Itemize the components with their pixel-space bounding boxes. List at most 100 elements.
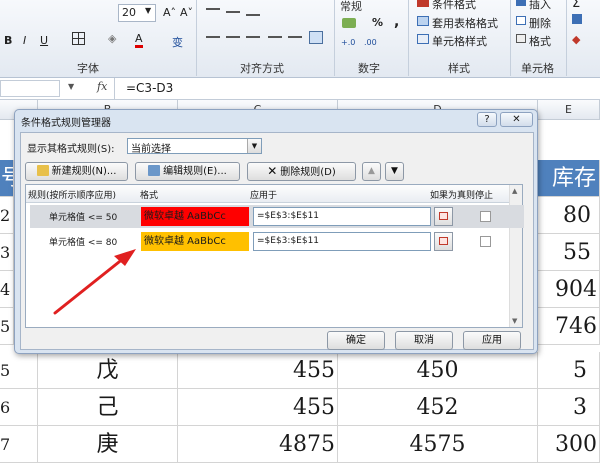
cell-e[interactable]: 3: [538, 389, 600, 426]
formula-bar: ▼ fx =C3-D3: [0, 78, 600, 100]
cell-c[interactable]: 455: [178, 352, 338, 389]
arrow-down-icon: ▼: [391, 166, 398, 176]
align-bottom-icon[interactable]: [246, 14, 260, 16]
cell-e[interactable]: 904: [538, 271, 600, 308]
font-size-dropdown-icon[interactable]: ▼: [145, 6, 151, 15]
shrink-font-button[interactable]: A˅: [180, 6, 193, 19]
conditional-format-icon: [417, 0, 429, 7]
move-down-button[interactable]: ▼: [385, 162, 404, 181]
edit-rule-button[interactable]: 编辑规则(E)...: [135, 162, 240, 181]
table-format-icon: [417, 16, 429, 26]
row-number[interactable]: 6: [0, 389, 38, 426]
merge-center-icon[interactable]: [309, 31, 323, 44]
row-number[interactable]: 7: [0, 426, 38, 463]
align-middle-icon[interactable]: [226, 11, 240, 13]
header-cell-e[interactable]: 库存: [538, 160, 600, 197]
rule-condition: 单元格值 <= 50: [49, 213, 118, 223]
cell-d[interactable]: 452: [338, 389, 538, 426]
comma-button[interactable]: ,: [394, 14, 399, 30]
header-cell-b[interactable]: 号: [0, 160, 14, 197]
format-as-table-button[interactable]: 套用表格格式: [432, 15, 498, 31]
range-picker-button[interactable]: [434, 232, 453, 251]
row-number[interactable]: 5: [0, 308, 14, 345]
rule-applies-input[interactable]: =$E$3:$E$11: [253, 207, 431, 226]
scroll-up-icon[interactable]: ▲: [512, 187, 517, 195]
underline-button[interactable]: U: [40, 34, 48, 47]
rule-row[interactable]: 单元格值 <= 50 微软卓越 AaBbCc =$E$3:$E$11: [30, 205, 524, 228]
row-number[interactable]: 3: [0, 234, 14, 271]
cell-b[interactable]: 庚: [38, 426, 178, 463]
group-label-font: 字体: [77, 62, 99, 75]
cell-c[interactable]: 455: [178, 389, 338, 426]
name-box-dropdown-icon[interactable]: ▼: [68, 82, 74, 91]
rule-applies-input[interactable]: =$E$3:$E$11: [253, 232, 431, 251]
row-number[interactable]: 2: [0, 197, 14, 234]
increase-indent-icon[interactable]: [288, 36, 302, 38]
stop-if-true-checkbox[interactable]: [480, 211, 491, 222]
font-color-button[interactable]: A: [135, 33, 143, 48]
cell-e[interactable]: 5: [538, 352, 600, 389]
rule-row[interactable]: 单元格值 <= 80 微软卓越 AaBbCc =$E$3:$E$11: [30, 230, 524, 253]
cell-b[interactable]: 己: [38, 389, 178, 426]
decrease-decimal-icon[interactable]: .00: [364, 38, 377, 47]
formula-input[interactable]: =C3-D3: [126, 81, 173, 95]
font-size-value: 20: [122, 6, 136, 19]
align-top-icon[interactable]: [206, 8, 220, 10]
edit-rule-icon: [148, 165, 161, 176]
ribbon: 20 ▼ A˄ A˅ B I U ◈ A 变 常规 % , +.0 .00 条件…: [0, 0, 600, 78]
range-picker-button[interactable]: [434, 207, 453, 226]
fx-button[interactable]: fx: [97, 80, 107, 93]
delete-x-icon: ✕: [267, 164, 278, 178]
rule-condition: 单元格值 <= 80: [49, 238, 118, 248]
new-rule-icon: [36, 165, 49, 176]
percent-button[interactable]: %: [372, 16, 383, 29]
ok-button[interactable]: 确定: [327, 331, 385, 350]
show-rules-select[interactable]: 当前选择 ▼: [127, 138, 262, 155]
row-number[interactable]: 5: [0, 352, 38, 389]
cell-e[interactable]: 746: [538, 308, 600, 345]
move-up-button[interactable]: ▲: [362, 162, 381, 181]
rule-format-preview: 微软卓越 AaBbCc: [141, 232, 249, 251]
clear-icon[interactable]: ◆: [572, 33, 580, 46]
decrease-indent-icon[interactable]: [268, 36, 282, 38]
align-right-icon[interactable]: [246, 36, 260, 38]
row-number[interactable]: 4: [0, 271, 14, 308]
help-button[interactable]: ?: [477, 112, 497, 127]
phonetic-button[interactable]: 变: [172, 34, 183, 50]
format-button[interactable]: 格式: [529, 33, 551, 49]
delete-button[interactable]: 删除: [529, 15, 551, 31]
align-center-icon[interactable]: [226, 36, 240, 38]
cell-c[interactable]: 4875: [178, 426, 338, 463]
italic-button[interactable]: I: [23, 34, 26, 47]
increase-decimal-icon[interactable]: +.0: [341, 38, 355, 47]
conditional-format-button[interactable]: 条件格式: [432, 0, 476, 12]
cell-e[interactable]: 80: [538, 197, 600, 234]
cell-e[interactable]: 300: [538, 426, 600, 463]
delete-rule-button[interactable]: ✕ 删除规则(D): [247, 162, 356, 181]
cell-d[interactable]: 450: [338, 352, 538, 389]
cancel-button[interactable]: 取消: [395, 331, 453, 350]
autosum-button[interactable]: Σ: [572, 0, 580, 11]
scroll-down-icon[interactable]: ▼: [512, 317, 517, 325]
stop-if-true-checkbox[interactable]: [480, 236, 491, 247]
number-format-box[interactable]: 常规: [340, 0, 362, 14]
col-header-E[interactable]: E: [538, 100, 600, 120]
apply-button[interactable]: 应用: [463, 331, 521, 350]
grow-font-button[interactable]: A˄: [163, 6, 176, 19]
insert-button[interactable]: 插入: [529, 0, 551, 12]
new-rule-button[interactable]: 新建规则(N)...: [25, 162, 128, 181]
cell-b[interactable]: 戊: [38, 352, 178, 389]
currency-icon[interactable]: [342, 18, 356, 28]
align-left-icon[interactable]: [206, 36, 220, 38]
cell-d[interactable]: 4575: [338, 426, 538, 463]
cell-styles-button[interactable]: 单元格样式: [432, 33, 487, 49]
fill-color-icon[interactable]: ◈: [108, 32, 116, 45]
fill-down-icon[interactable]: [572, 14, 582, 24]
name-box[interactable]: [0, 80, 60, 97]
rules-list: 规则(按所示顺序应用) 格式 应用于 如果为真则停止 ▲ ▼ 单元格值 <= 5…: [25, 184, 524, 328]
show-rules-label: 显示其格式规则(S):: [27, 144, 115, 155]
bold-button[interactable]: B: [4, 34, 12, 47]
close-button[interactable]: ✕: [500, 112, 533, 127]
cell-e[interactable]: 55: [538, 234, 600, 271]
borders-icon[interactable]: [72, 32, 85, 45]
